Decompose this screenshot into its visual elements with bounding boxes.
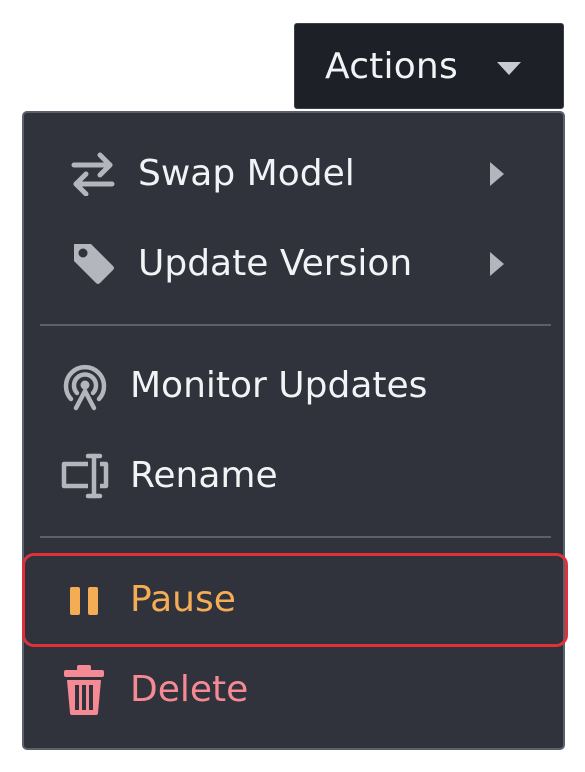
- menu-item-label: Monitor Updates: [130, 365, 428, 406]
- swap-arrows-icon: [71, 152, 115, 196]
- actions-menu: Swap Model Update Version Monitor Update…: [22, 111, 568, 750]
- rename-cursor-icon: [61, 453, 109, 499]
- menu-item-monitor-updates[interactable]: Monitor Updates: [24, 342, 563, 430]
- trash-icon: [64, 665, 104, 715]
- menu-item-label: Swap Model: [138, 153, 355, 194]
- menu-divider: [40, 536, 551, 538]
- pause-highlight-outline: [22, 553, 568, 647]
- actions-button[interactable]: Actions: [294, 23, 564, 109]
- menu-item-delete[interactable]: Delete: [24, 646, 563, 734]
- submenu-arrow-icon: [490, 162, 504, 186]
- menu-item-update-version[interactable]: Update Version: [24, 220, 563, 308]
- caret-down-icon: [497, 62, 521, 75]
- menu-item-swap-model[interactable]: Swap Model: [24, 130, 563, 218]
- broadcast-icon: [63, 364, 107, 411]
- menu-divider: [40, 324, 551, 326]
- menu-item-label: Update Version: [138, 243, 413, 284]
- submenu-arrow-icon: [490, 252, 504, 276]
- menu-item-rename[interactable]: Rename: [24, 432, 563, 520]
- tag-icon: [74, 244, 114, 284]
- menu-item-label: Rename: [130, 455, 278, 496]
- menu-item-label: Delete: [130, 669, 249, 710]
- actions-button-label: Actions: [325, 46, 458, 87]
